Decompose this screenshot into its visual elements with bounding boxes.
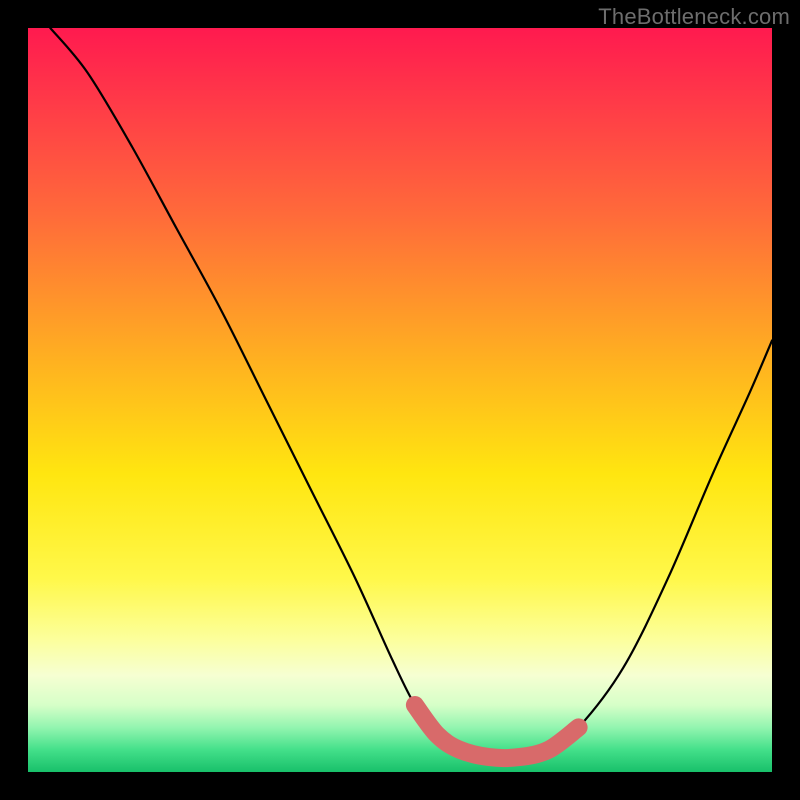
watermark-text: TheBottleneck.com (598, 4, 790, 30)
optimal-range-highlight (415, 705, 579, 758)
chart-frame: TheBottleneck.com (0, 0, 800, 800)
plot-area (28, 28, 772, 772)
curve-layer (28, 28, 772, 772)
bottleneck-curve-line (50, 28, 772, 758)
